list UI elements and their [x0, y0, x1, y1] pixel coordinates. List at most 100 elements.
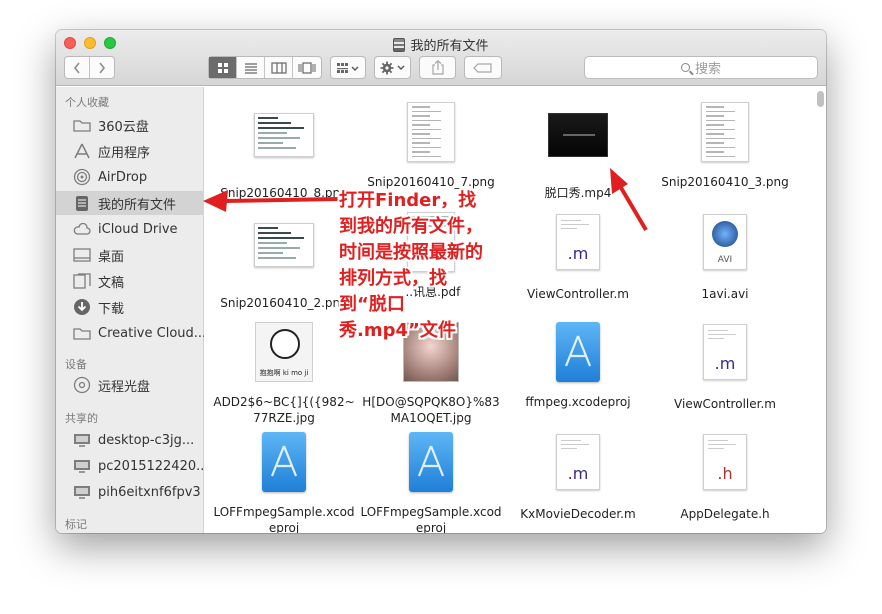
- sidebar-item-favorites-6[interactable]: 文稿: [56, 269, 204, 293]
- all-files-icon: [72, 193, 92, 213]
- file-item[interactable]: ffmpeg.xcodeproj: [505, 319, 651, 410]
- sidebar-item-label: 桌面: [98, 249, 125, 265]
- file-name: H[DO@SQPQK8O}%83MA1OQET.jpg: [362, 395, 500, 425]
- sidebar-section-label: 标记: [65, 518, 87, 531]
- sidebar-item-label: 360云盘: [98, 119, 149, 135]
- sidebar-item-label: 我的所有文件: [98, 197, 177, 213]
- avi-badge: AVI: [717, 255, 733, 265]
- file-item[interactable]: Snip20160410_8.png: [211, 99, 357, 201]
- source-file-icon: .m: [556, 214, 600, 270]
- window-title-area: 我的所有文件: [56, 35, 826, 54]
- computer-icon: [72, 456, 92, 476]
- file-name: Snip20160410_2.png: [220, 296, 348, 310]
- sidebar: 个人收藏 360云盘 应用程序 AirDrop 我的所有文件 iCloud Drive 桌面…: [56, 87, 204, 533]
- cover-flow-view-button[interactable]: [293, 57, 321, 78]
- file-item[interactable]: Snip20160410_3.png: [652, 99, 798, 190]
- column-view-icon: [270, 61, 287, 74]
- applications-icon: [72, 141, 92, 161]
- sidebar-item-label: 应用程序: [98, 145, 151, 161]
- vertical-scrollbar[interactable]: [817, 91, 824, 107]
- file-item[interactable]: AVI 1avi.avi: [652, 209, 798, 302]
- tag-button[interactable]: [464, 56, 502, 79]
- cloud-icon: [72, 219, 92, 239]
- file-item[interactable]: .m KxMovieDecoder.m: [505, 429, 651, 522]
- back-button[interactable]: [65, 57, 90, 78]
- file-item[interactable]: LOFFmpegSample.xcodeproj: [358, 429, 504, 533]
- file-item[interactable]: .h AppDelegate.h: [652, 429, 798, 522]
- file-item[interactable]: 抱抱啊 ki mo ji ADD2$6~BC{]{({982~77RZE.jpg: [211, 319, 357, 426]
- source-file-icon: .m: [703, 324, 747, 380]
- file-name: 1avi.avi: [701, 287, 749, 301]
- file-item[interactable]: .m ViewController.m: [652, 319, 798, 412]
- column-view-button[interactable]: [265, 57, 293, 78]
- file-name: LOFFmpegSample.xcodeproj: [213, 505, 355, 533]
- file-item[interactable]: Snip20160410_2.png: [211, 209, 357, 311]
- file-name: ViewController.m: [674, 397, 776, 411]
- window-title: 我的所有文件: [410, 39, 489, 54]
- sidebar-item-favorites-1[interactable]: 应用程序: [56, 139, 204, 163]
- tag-icon: [473, 62, 492, 73]
- meme-thumbnail: 抱抱啊 ki mo ji: [255, 322, 313, 382]
- search-field[interactable]: 搜索: [584, 56, 818, 79]
- sidebar-item-shared-2[interactable]: pih6eitxnf6fpv3: [56, 480, 204, 504]
- history-navigation: [64, 56, 115, 79]
- sidebar-item-label: AirDrop: [98, 169, 148, 185]
- avi-file-icon: AVI: [703, 214, 747, 270]
- sidebar-item-favorites-0[interactable]: 360云盘: [56, 113, 204, 137]
- file-name: ffmpeg.xcodeproj: [525, 395, 631, 409]
- share-button[interactable]: [419, 56, 456, 79]
- list-view-icon: [244, 62, 257, 74]
- sidebar-section-label: 设备: [65, 358, 87, 371]
- icon-view-button[interactable]: [209, 57, 237, 78]
- sidebar-item-devices-0[interactable]: 远程光盘: [56, 373, 204, 397]
- document-thumbnail: [407, 102, 455, 162]
- view-mode-selector: [208, 56, 322, 79]
- download-icon: [72, 297, 92, 317]
- computer-icon: [72, 482, 92, 502]
- action-button[interactable]: [374, 56, 411, 79]
- chevron-right-icon: [99, 62, 105, 73]
- sidebar-item-label: desktop-c3jg...: [98, 432, 195, 448]
- file-name: Snip20160410_8.png: [220, 186, 348, 200]
- forward-button[interactable]: [90, 57, 114, 78]
- file-item[interactable]: LOFFmpegSample.xcodeproj: [211, 429, 357, 533]
- meme-caption: 抱抱啊 ki mo ji: [259, 369, 309, 377]
- sidebar-item-label: pih6eitxnf6fpv3: [98, 484, 201, 500]
- sidebar-item-favorites-8[interactable]: Creative Cloud...: [56, 321, 204, 345]
- sidebar-item-label: Creative Cloud...: [98, 325, 204, 341]
- file-name: Snip20160410_3.png: [661, 175, 789, 189]
- file-item[interactable]: Snip20160410_7.png: [358, 99, 504, 190]
- file-extension-label: .m: [567, 244, 589, 263]
- file-name: 脱口秀.mp4: [544, 186, 612, 200]
- xcode-project-icon: [556, 322, 600, 382]
- sidebar-section-label: 共享的: [65, 412, 98, 425]
- xcode-project-icon: [409, 432, 453, 492]
- share-icon: [431, 60, 444, 75]
- sidebar-item-label: 远程光盘: [98, 379, 151, 395]
- sidebar-item-favorites-4[interactable]: iCloud Drive: [56, 217, 204, 241]
- sidebar-item-shared-0[interactable]: desktop-c3jg...: [56, 428, 204, 452]
- sidebar-item-favorites-7[interactable]: 下载: [56, 295, 204, 319]
- sidebar-item-favorites-2[interactable]: AirDrop: [56, 165, 204, 189]
- file-extension-label: .m: [714, 354, 736, 373]
- sidebar-item-label: pc2015122420...: [98, 458, 204, 474]
- file-icon-grid: Snip20160410_8.png Snip20160410_7.png 脱口…: [205, 87, 826, 533]
- document-thumbnail: [701, 102, 749, 162]
- file-name: AppDelegate.h: [680, 507, 770, 521]
- sidebar-item-shared-1[interactable]: pc2015122420...: [56, 454, 204, 478]
- screenshot-thumbnail: [254, 113, 314, 157]
- source-file-icon: .m: [556, 434, 600, 490]
- documents-icon: [72, 271, 92, 291]
- sidebar-item-favorites-3[interactable]: 我的所有文件: [56, 191, 204, 215]
- file-item[interactable]: .m ViewController.m: [505, 209, 651, 302]
- title-bar: 我的所有文件 搜索: [56, 30, 826, 86]
- file-item[interactable]: 脱口秀.mp4: [505, 99, 651, 201]
- list-view-button[interactable]: [237, 57, 265, 78]
- disc-icon: [72, 375, 92, 395]
- all-files-icon: [393, 38, 406, 52]
- arrange-button[interactable]: [330, 56, 366, 79]
- gear-icon: [380, 61, 404, 74]
- screenshot-thumbnail: [254, 223, 314, 267]
- sidebar-item-favorites-5[interactable]: 桌面: [56, 243, 204, 267]
- folder-icon: [72, 115, 92, 135]
